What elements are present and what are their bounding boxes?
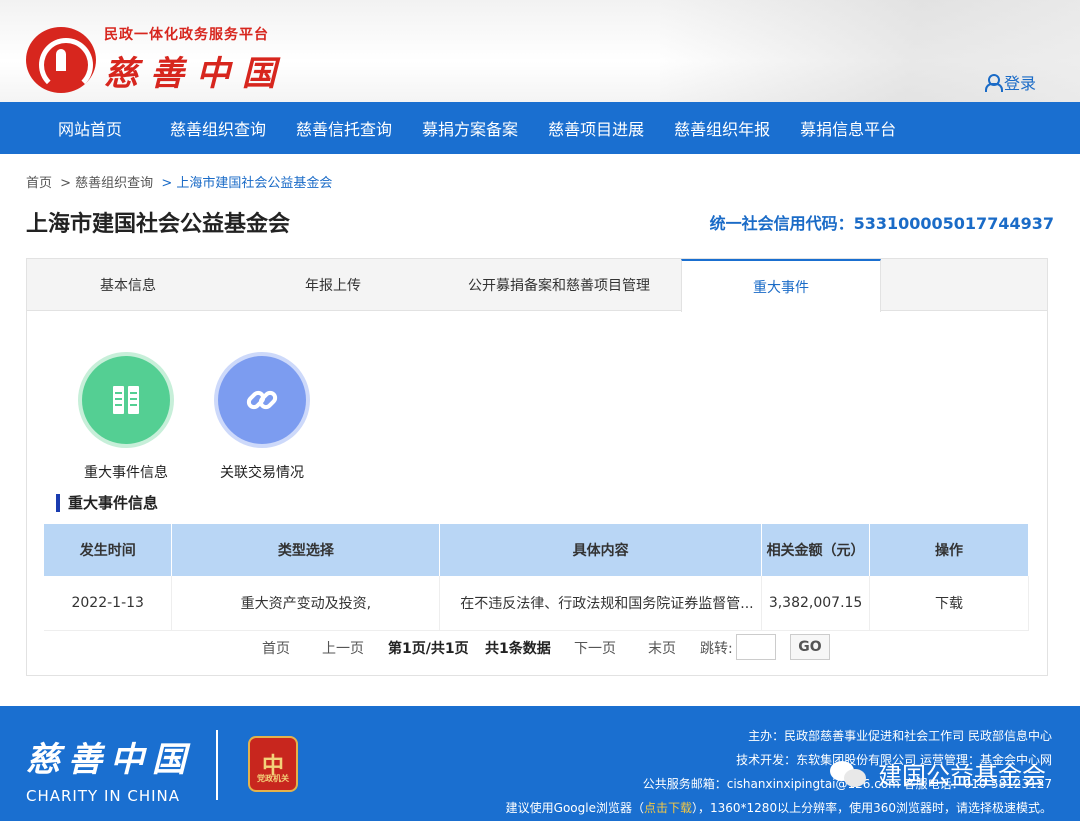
nav-item-fundraising-platform[interactable]: 募捐信息平台 [786,116,910,140]
nav-item-annual-report[interactable]: 慈善组织年报 [660,116,784,140]
breadcrumb: 首页 > 慈善组织查询 > 上海市建国社会公益基金会 [26,172,336,191]
header-action: 操作 [869,524,1029,576]
pager-last[interactable]: 末页 [648,638,676,658]
major-events-circle[interactable] [82,356,170,444]
shortcut-major-events[interactable]: 重大事件信息 [78,356,174,482]
tab-annual-upload[interactable]: 年报上传 [229,259,437,311]
site-footer: 慈善中国 CHARITY IN CHINA 中 党政机关 主办：民政部慈善事业促… [0,706,1080,821]
pager-page-info: 第1页/共1页 [388,641,469,657]
site-logo[interactable]: 民政一体化政务服务平台 慈善中国 [26,24,288,95]
table-header-row: 发生时间 类型选择 具体内容 相关金额（元） 操作 [44,524,1029,576]
charity-emblem-icon [26,26,96,93]
login-label: 登录 [1003,74,1036,93]
nav-item-trust-query[interactable]: 慈善信托查询 [282,116,406,140]
related-transactions-circle[interactable] [218,356,306,444]
pager-total-info: 共1条数据 [485,641,551,657]
tab-basic-info[interactable]: 基本信息 [27,259,229,311]
page-jump-input[interactable] [736,634,776,660]
pager-prev[interactable]: 上一页 [322,638,364,658]
nav-item-org-query[interactable]: 慈善组织查询 [156,116,280,140]
nav-item-project-progress[interactable]: 慈善项目进展 [534,116,658,140]
header-content: 具体内容 [439,524,763,576]
major-events-label[interactable]: 重大事件信息 [78,462,174,482]
cell-amount: 3,382,007.15 [761,576,871,631]
wechat-icon [830,759,870,789]
breadcrumb-org-query[interactable]: > 慈善组织查询 [60,176,153,191]
download-browser-link[interactable]: 点击下载 [644,801,692,815]
footer-divider [216,730,218,800]
cell-type: 重大资产变动及投资, [171,576,441,631]
pager-next[interactable]: 下一页 [574,638,616,658]
document-icon [113,386,139,414]
page-title: 上海市建国社会公益基金会 [26,212,291,237]
events-table: 发生时间 类型选择 具体内容 相关金额（元） 操作 2022-1-13 重大资产… [44,524,1029,631]
tab-major-events[interactable]: 重大事件 [681,259,881,312]
breadcrumb-home[interactable]: 首页 [26,176,52,191]
nav-item-home[interactable]: 网站首页 [44,116,136,140]
tab-fundraising-management[interactable]: 公开募捐备案和慈善项目管理 [437,259,681,311]
site-header: 民政一体化政务服务平台 慈善中国 登录 [0,0,1080,102]
table-row: 2022-1-13 重大资产变动及投资, 在不违反法律、行政法规和国务院证券监督… [44,576,1029,631]
cell-content: 在不违反法律、行政法规和国务院证券监督管... [439,576,763,631]
tab-bar: 基本信息 年报上传 公开募捐备案和慈善项目管理 重大事件 [27,259,1047,312]
footer-sponsor: 主办：民政部慈善事业促进和社会工作司 民政部信息中心 [748,729,1052,743]
main-nav: 网站首页 慈善组织查询 慈善信托查询 募捐方案备案 慈善项目进展 慈善组织年报 … [0,102,1080,154]
watermark-text: 建国公益基金会 [878,762,1046,790]
wechat-watermark: 建国公益基金会 [830,756,1046,791]
footer-logo: 慈善中国 CHARITY IN CHINA [26,732,194,805]
link-icon [246,390,278,410]
footer-logo-en: CHARITY IN CHINA [26,787,181,805]
breadcrumb-current: > 上海市建国社会公益基金会 [161,176,333,191]
platform-subtitle: 民政一体化政务服务平台 [104,27,269,43]
shortcut-related-transactions[interactable]: 关联交易情况 [214,356,310,482]
nav-item-fundraising-filing[interactable]: 募捐方案备案 [408,116,532,140]
logo-text: 慈善中国 [104,54,288,94]
credit-code: 统一社会信用代码：533100005017744937 [709,214,1054,233]
go-button[interactable]: GO [790,634,830,660]
section-title: 重大事件信息 [56,494,158,512]
header-date: 发生时间 [44,524,173,576]
header-type: 类型选择 [171,524,441,576]
cell-date: 2022-1-13 [44,576,173,631]
footer-logo-cn: 慈善中国 [26,740,194,780]
download-link[interactable]: 下载 [869,576,1029,631]
government-badge-icon[interactable]: 中 党政机关 [248,736,298,792]
user-icon [984,74,1003,92]
related-transactions-label[interactable]: 关联交易情况 [214,462,310,482]
login-link[interactable]: 登录 [984,70,1036,94]
pager-first[interactable]: 首页 [262,638,290,658]
footer-browser-tip: 建议使用Google浏览器（点击下载），1360*1280以上分辨率，使用360… [505,801,1052,815]
pager-jump-label: 跳转: [700,641,733,657]
badge-sub: 党政机关 [257,774,289,783]
header-amount: 相关金额（元） [761,524,871,576]
